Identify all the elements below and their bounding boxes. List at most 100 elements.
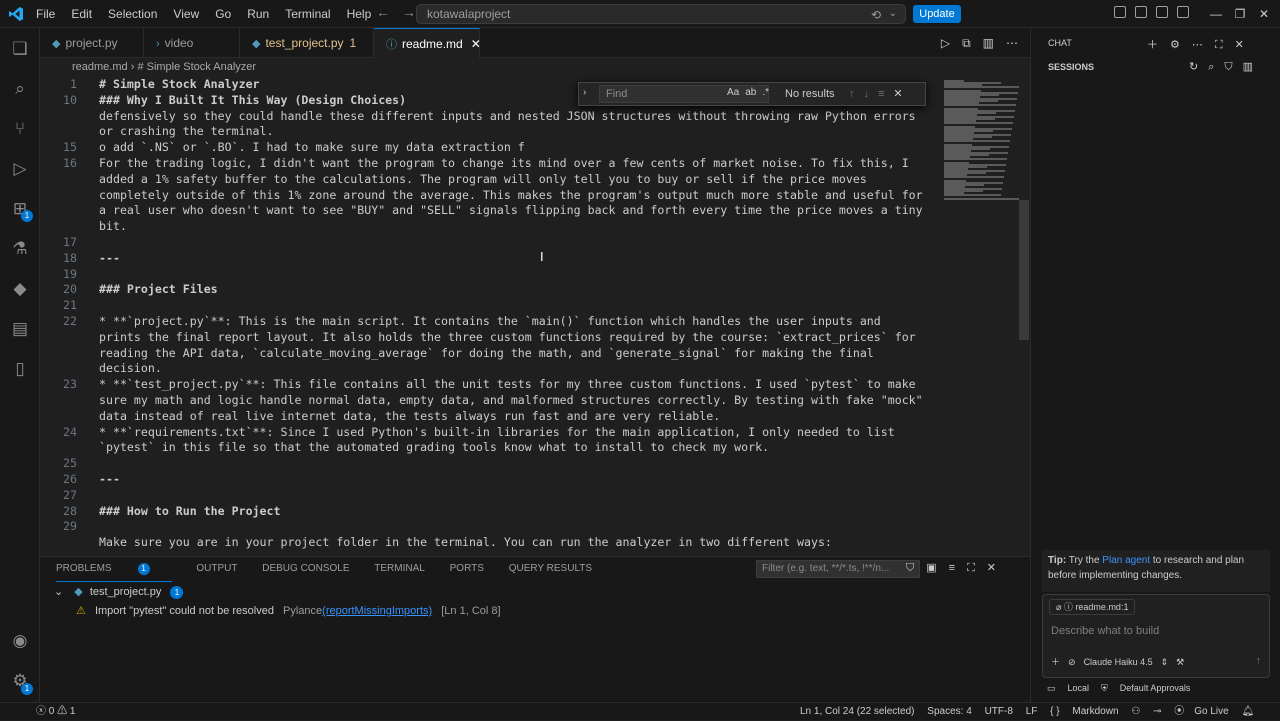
match-case-toggle[interactable]: Aa: [727, 87, 739, 98]
close-chat-icon[interactable]: ✕: [1235, 39, 1244, 51]
menu-go[interactable]: Go: [207, 0, 239, 28]
forward-arrow-icon[interactable]: →: [402, 4, 416, 20]
end-of-line[interactable]: LF: [1026, 706, 1038, 717]
problem-file-row[interactable]: ⌄ ◆ test_project.py 1: [54, 585, 184, 599]
tab-readme-md[interactable]: ⓘ readme.md ✕: [374, 28, 481, 58]
tools-icon[interactable]: ⚒: [1176, 657, 1184, 667]
next-match-icon[interactable]: ↓: [864, 88, 870, 100]
more-actions-icon[interactable]: ⋯: [1006, 36, 1018, 50]
testing-icon[interactable]: ⚗: [9, 238, 31, 260]
close-panel-icon[interactable]: ✕: [987, 562, 996, 574]
tab-debug-console[interactable]: DEBUG CONSOLE: [262, 557, 349, 581]
source-control-icon[interactable]: ⑂: [9, 118, 31, 140]
minimize-icon[interactable]: —: [1204, 0, 1228, 28]
maximize-icon[interactable]: ❐: [1228, 0, 1252, 28]
account-icon[interactable]: ◉: [9, 630, 31, 652]
previous-match-icon[interactable]: ↑: [849, 88, 855, 100]
agent-mode-icon[interactable]: ⊘: [1068, 657, 1076, 667]
code-editor[interactable]: 1 # Simple Stock Analyzer 10 ### Why I Buil…: [40, 76, 940, 552]
toggle-panel-icon[interactable]: [1156, 6, 1168, 18]
more-actions-icon[interactable]: ⋯: [1192, 39, 1203, 51]
go-live-button[interactable]: Go Live: [1194, 706, 1228, 717]
layout-icon[interactable]: ▥: [1243, 61, 1253, 73]
toggle-icon[interactable]: ⊸: [1153, 706, 1161, 717]
run-debug-icon[interactable]: ▷: [9, 158, 31, 180]
chevron-down-icon[interactable]: ⌄: [889, 5, 897, 23]
plan-agent-link[interactable]: Plan agent: [1102, 555, 1150, 566]
menu-run[interactable]: Run: [239, 0, 277, 28]
view-as-list-icon[interactable]: ≡: [949, 562, 955, 574]
problems-status[interactable]: ⓧ 0 ⚠ 1: [36, 703, 75, 721]
tab-test-project-py[interactable]: ◆ test_project.py 1: [240, 28, 374, 58]
database-icon[interactable]: ▯: [9, 358, 31, 380]
local-selector[interactable]: Local: [1068, 683, 1090, 693]
toggle-secondary-sidebar-icon[interactable]: [1177, 6, 1189, 18]
chat-settings-icon[interactable]: ⚙: [1170, 39, 1180, 51]
menu-edit[interactable]: Edit: [63, 0, 100, 28]
maximize-panel-icon[interactable]: ⛶: [967, 562, 975, 574]
split-editor-icon[interactable]: ▥: [983, 36, 994, 50]
add-context-icon[interactable]: ＋: [1051, 657, 1060, 667]
language-mode[interactable]: Markdown: [1072, 706, 1118, 717]
tab-problems[interactable]: PROBLEMS 1: [56, 557, 172, 582]
close-find-icon[interactable]: ✕: [893, 88, 902, 100]
problems-filter-input[interactable]: Filter (e.g. text, **/*.ts, !**/n...: [756, 560, 920, 578]
model-chevron-icon: ⇕: [1160, 657, 1169, 667]
minimap[interactable]: [940, 76, 1020, 552]
context-chip[interactable]: ⌀ ⓘ readme.md:1: [1049, 599, 1136, 615]
menu-help[interactable]: Help: [339, 0, 380, 28]
copilot-icon[interactable]: ⟲: [871, 6, 881, 24]
tab-video[interactable]: › video: [144, 28, 240, 58]
filter-icon[interactable]: ⛉: [1224, 61, 1232, 73]
find-in-selection-icon[interactable]: ≡: [878, 88, 884, 100]
line-number: 28: [63, 503, 77, 518]
tab-terminal[interactable]: TERMINAL: [374, 557, 425, 581]
editor-scrollbar[interactable]: [1019, 200, 1029, 340]
match-whole-word-toggle[interactable]: ab: [745, 87, 756, 98]
toggle-replace-icon[interactable]: ›: [583, 87, 586, 98]
open-preview-icon[interactable]: ⧉: [962, 36, 971, 50]
breadcrumb-section[interactable]: # Simple Stock Analyzer: [137, 61, 256, 73]
tab-output[interactable]: OUTPUT: [196, 557, 237, 581]
approvals-selector[interactable]: Default Approvals: [1120, 683, 1191, 693]
menu-selection[interactable]: Selection: [100, 0, 165, 28]
python-icon[interactable]: ◆: [9, 278, 31, 300]
command-center[interactable]: kotawalaproject ⟲ ⌄: [416, 4, 906, 24]
new-chat-icon[interactable]: ＋: [1147, 39, 1158, 51]
problem-code-link[interactable]: (reportMissingImports): [322, 605, 432, 617]
tab-ports[interactable]: PORTS: [450, 557, 484, 581]
cursor-position[interactable]: Ln 1, Col 24 (22 selected): [800, 706, 915, 717]
encoding[interactable]: UTF-8: [985, 706, 1013, 717]
run-file-icon[interactable]: ▷: [941, 36, 950, 50]
send-icon[interactable]: ↑: [1256, 655, 1262, 667]
customize-layout-icon[interactable]: [1114, 6, 1126, 18]
chat-input[interactable]: Describe what to build: [1051, 625, 1159, 637]
tab-query-results[interactable]: QUERY RESULTS: [509, 557, 592, 581]
menu-file[interactable]: File: [28, 0, 63, 28]
braces-icon: { }: [1050, 706, 1060, 717]
breadcrumb-file[interactable]: readme.md: [72, 61, 128, 73]
toggle-sidebar-icon[interactable]: [1135, 6, 1147, 18]
maximize-chat-icon[interactable]: ⛶: [1215, 39, 1223, 51]
update-button[interactable]: Update: [913, 5, 961, 23]
filter-icon[interactable]: ⛉: [906, 562, 914, 574]
back-arrow-icon[interactable]: ←: [376, 4, 390, 20]
search-icon[interactable]: ⌕: [1208, 61, 1214, 73]
collapse-all-icon[interactable]: ▣: [926, 562, 936, 574]
close-tab-icon[interactable]: ✕: [471, 37, 481, 51]
notifications-icon[interactable]: 🔔︎: [1241, 706, 1254, 717]
close-window-icon[interactable]: ✕: [1252, 0, 1276, 28]
explorer-icon[interactable]: ❏: [9, 38, 31, 60]
tab-project-py[interactable]: ◆ project.py: [40, 28, 144, 58]
menu-view[interactable]: View: [165, 0, 207, 28]
remote-explorer-icon[interactable]: ▤: [9, 318, 31, 340]
menu-terminal[interactable]: Terminal: [277, 0, 338, 28]
model-picker[interactable]: Claude Haiku 4.5: [1084, 657, 1153, 667]
indentation[interactable]: Spaces: 4: [927, 706, 971, 717]
copilot-status-icon[interactable]: ⚇: [1131, 706, 1140, 717]
problem-item[interactable]: ⚠ Import "pytest" could not be resolved …: [76, 604, 501, 617]
regex-toggle[interactable]: .*: [762, 87, 769, 98]
line-number: 26: [63, 472, 77, 486]
search-icon[interactable]: ⌕: [9, 78, 31, 100]
refresh-icon[interactable]: ↻: [1189, 61, 1198, 73]
